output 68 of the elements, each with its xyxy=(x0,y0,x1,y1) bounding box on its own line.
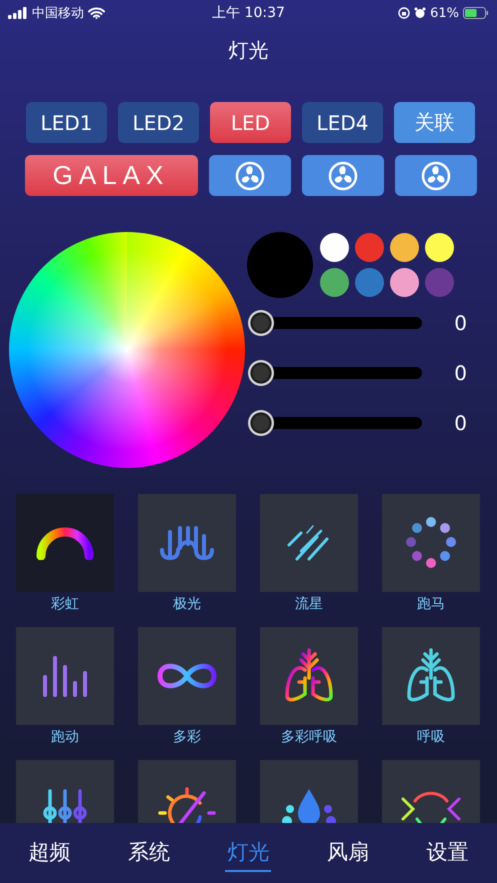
effect-label: 跑动 xyxy=(51,728,79,747)
fan-button[interactable] xyxy=(394,155,476,196)
zone-tab[interactable]: LED4 xyxy=(302,102,383,143)
color-swatch[interactable] xyxy=(320,268,349,297)
effect-tile[interactable] xyxy=(16,627,114,725)
effect-tile[interactable] xyxy=(382,627,480,725)
nav-tab[interactable]: 设置 xyxy=(424,834,470,872)
alarm-icon xyxy=(414,7,426,19)
slider[interactable] xyxy=(248,360,422,386)
wifi-icon xyxy=(88,7,105,19)
color-swatch[interactable] xyxy=(355,233,384,262)
nav-tab[interactable]: 超频 xyxy=(26,834,73,872)
battery-percent: 61% xyxy=(430,6,459,20)
water-drop-icon xyxy=(282,787,336,823)
brand-button[interactable]: GALAX xyxy=(24,155,198,196)
nav-tab[interactable]: 系统 xyxy=(126,834,172,872)
effect-label: 呼吸 xyxy=(417,728,445,747)
color-swatch[interactable] xyxy=(390,233,419,262)
color-swatch[interactable] xyxy=(355,268,384,297)
carrier-name: 中国移动 xyxy=(32,5,84,22)
arc-icon xyxy=(36,526,94,560)
equalizer-icon xyxy=(42,789,88,823)
zone-tab[interactable]: LED1 xyxy=(26,102,107,143)
fan-button[interactable] xyxy=(208,155,290,196)
zone-tab[interactable]: LED xyxy=(210,102,291,143)
color-swatch[interactable] xyxy=(425,233,454,262)
effect-label: 彩虹 xyxy=(51,595,79,614)
lungs-icon xyxy=(405,648,457,704)
nav-tab[interactable]: 灯光 xyxy=(225,834,272,872)
effect-tile[interactable] xyxy=(260,627,358,725)
fan-icon xyxy=(328,160,358,190)
color-swatch[interactable] xyxy=(320,233,349,262)
color-swatch[interactable] xyxy=(425,268,454,297)
clock-time: 上午 10:37 xyxy=(212,4,285,22)
effect-label: 跑马 xyxy=(417,595,445,614)
slider[interactable] xyxy=(248,410,422,436)
sun-icon xyxy=(158,787,216,823)
fan-button[interactable] xyxy=(302,155,384,196)
aurora-icon xyxy=(158,524,216,562)
lungs-icon xyxy=(283,648,335,704)
battery-icon xyxy=(462,7,489,19)
nav-tab[interactable]: 风扇 xyxy=(324,834,371,872)
color-swatch[interactable] xyxy=(390,268,419,297)
slider-value: 0 xyxy=(454,360,467,384)
slider[interactable] xyxy=(248,310,422,336)
effect-tile[interactable] xyxy=(138,494,236,592)
effect-tile[interactable] xyxy=(138,627,236,725)
fan-icon xyxy=(234,160,264,190)
slider-value: 0 xyxy=(454,410,467,434)
effect-tile[interactable] xyxy=(260,494,358,592)
effect-tile[interactable] xyxy=(382,494,480,592)
zone-tab[interactable]: LED2 xyxy=(118,102,199,143)
slider-thumb[interactable] xyxy=(248,310,274,336)
effect-label: 多彩呼吸 xyxy=(281,728,337,747)
dot-ring-icon xyxy=(405,517,457,569)
effect-label: 多彩 xyxy=(173,728,201,747)
slider-thumb[interactable] xyxy=(248,410,274,436)
slider-value: 0 xyxy=(454,310,467,334)
effect-label: 极光 xyxy=(173,595,201,614)
slider-thumb[interactable] xyxy=(248,360,274,386)
effect-tile[interactable] xyxy=(16,494,114,592)
meteor-icon xyxy=(287,523,331,563)
bar-graph-icon xyxy=(41,655,89,697)
rotation-lock-icon xyxy=(398,7,410,19)
effect-label: 流星 xyxy=(295,595,323,614)
fan-icon xyxy=(420,160,450,190)
signal-icon xyxy=(8,7,28,19)
page-title: 灯光 xyxy=(228,36,268,64)
